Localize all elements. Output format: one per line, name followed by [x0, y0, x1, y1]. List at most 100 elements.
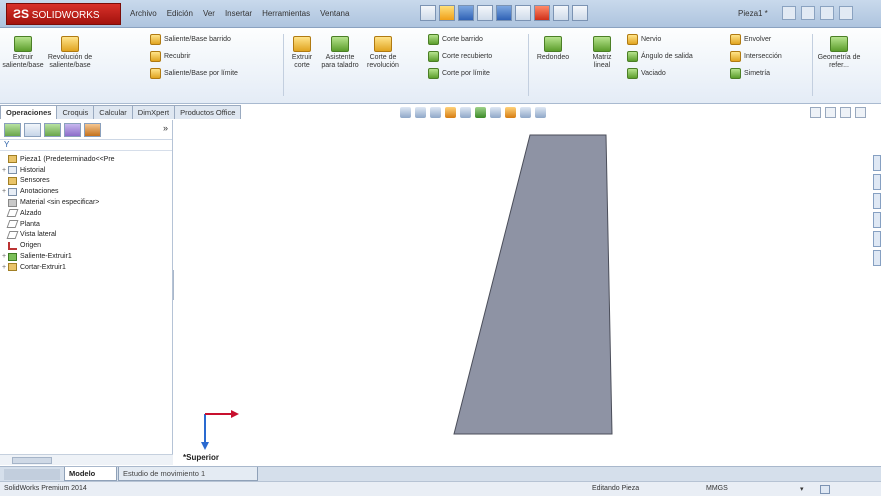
tree-item-annotations[interactable]: + Anotaciones: [0, 186, 172, 197]
draft-button[interactable]: Ángulo de salida: [627, 51, 693, 62]
print-icon[interactable]: [477, 5, 493, 21]
tree-item-origin[interactable]: Origen: [0, 240, 172, 251]
tree-item-history[interactable]: + Historial: [0, 165, 172, 176]
expand-icon[interactable]: +: [0, 167, 8, 174]
quick-access-toolbar: [420, 5, 588, 21]
tab-motion-study[interactable]: Estudio de movimiento 1: [118, 467, 258, 481]
boundary-cut-button[interactable]: Corte por límite: [428, 68, 490, 79]
tree-item-boss-extrude[interactable]: + Saliente-Extruir1: [0, 251, 172, 262]
options-icon[interactable]: [572, 5, 588, 21]
status-help-icon[interactable]: [820, 485, 830, 494]
section-view-icon[interactable]: [445, 107, 456, 118]
part-model[interactable]: [174, 120, 873, 465]
file-explorer-icon[interactable]: [873, 193, 881, 209]
tree-part-root[interactable]: Pieza1 (Predeterminado<<Pre: [0, 154, 172, 165]
property-manager-tab-icon[interactable]: [24, 123, 41, 137]
tree-item-sensors[interactable]: Sensores: [0, 176, 172, 187]
tab-calcular[interactable]: Calcular: [93, 105, 133, 119]
minimize-doc-icon[interactable]: [840, 107, 851, 118]
intersect-button[interactable]: Intersección: [730, 51, 782, 62]
restore-icon[interactable]: [810, 107, 821, 118]
expand-icon[interactable]: +: [0, 264, 8, 271]
hole-wizard-button[interactable]: Asistente para taladro: [320, 36, 360, 70]
loft-boss-button[interactable]: Recubrir: [150, 51, 190, 62]
reference-geometry-button[interactable]: Geometría de refer...: [815, 36, 863, 70]
solidworks-logo[interactable]: ƧS SOLIDWORKS: [6, 3, 121, 25]
feature-manager-tab-icon[interactable]: [4, 123, 21, 137]
minimize-icon[interactable]: [820, 6, 834, 20]
revolve-cut-button[interactable]: Corte de revolución: [362, 36, 404, 70]
tree-item-cut-extrude[interactable]: + Cortar-Extruir1: [0, 262, 172, 273]
dimxpert-manager-tab-icon[interactable]: [64, 123, 81, 137]
tab-productos-office[interactable]: Productos Office: [174, 105, 242, 119]
select-icon[interactable]: [515, 5, 531, 21]
view-settings-icon[interactable]: [535, 107, 546, 118]
configuration-manager-tab-icon[interactable]: [44, 123, 61, 137]
swept-cut-icon: [428, 34, 439, 45]
fillet-button[interactable]: Redondeo: [531, 36, 575, 62]
zoom-area-icon[interactable]: [415, 107, 426, 118]
help-icon[interactable]: [801, 6, 815, 20]
tab-dimxpert[interactable]: DimXpert: [131, 105, 176, 119]
expand-icon[interactable]: +: [0, 253, 8, 260]
units-dropdown-icon[interactable]: ▾: [800, 485, 804, 493]
tree-item-top-plane[interactable]: Planta: [0, 219, 172, 230]
more-tabs-icon[interactable]: »: [163, 123, 168, 136]
expand-icon[interactable]: +: [0, 188, 8, 195]
resources-icon[interactable]: [873, 155, 881, 171]
rebuild-icon[interactable]: [534, 5, 550, 21]
hide-show-items-icon[interactable]: [490, 107, 501, 118]
shell-button[interactable]: Vaciado: [627, 68, 666, 79]
menu-herramientas[interactable]: Herramientas: [262, 9, 310, 18]
search-icon[interactable]: [782, 6, 796, 20]
tab-model[interactable]: Modelo: [64, 467, 117, 481]
tab-scroll-arrows[interactable]: [4, 469, 60, 480]
zoom-to-fit-icon[interactable]: [400, 107, 411, 118]
menu-ver[interactable]: Ver: [203, 9, 215, 18]
tab-operaciones[interactable]: Operaciones: [0, 105, 58, 119]
extrude-cut-button[interactable]: Extruir corte: [285, 36, 319, 70]
graphics-area[interactable]: *Superior: [174, 120, 873, 465]
edit-appearance-icon[interactable]: [505, 107, 516, 118]
tree-item-front-plane[interactable]: Alzado: [0, 208, 172, 219]
extrude-boss-button[interactable]: Extruir saliente/base: [2, 36, 44, 70]
revolve-boss-button[interactable]: Revolución de saliente/base: [46, 36, 94, 70]
apply-scene-icon[interactable]: [520, 107, 531, 118]
tree-item-right-plane[interactable]: Vista lateral: [0, 230, 172, 241]
linear-pattern-button[interactable]: Matriz lineal: [589, 36, 615, 70]
display-style-icon[interactable]: [475, 107, 486, 118]
swept-boss-button[interactable]: Saliente/Base barrido: [150, 34, 231, 45]
undo-icon[interactable]: [496, 5, 512, 21]
linear-pattern-icon: [593, 36, 611, 52]
file-properties-icon[interactable]: [553, 5, 569, 21]
menu-insertar[interactable]: Insertar: [225, 9, 252, 18]
wrap-button[interactable]: Envolver: [730, 34, 771, 45]
menu-ventana[interactable]: Ventana: [320, 9, 349, 18]
lofted-cut-button[interactable]: Corte recubierto: [428, 51, 492, 62]
custom-properties-icon[interactable]: [873, 250, 881, 266]
design-library-icon[interactable]: [873, 174, 881, 190]
display-manager-tab-icon[interactable]: [84, 123, 101, 137]
tree-item-material[interactable]: Material <sin especificar>: [0, 197, 172, 208]
open-folder-icon[interactable]: [439, 5, 455, 21]
close-icon[interactable]: [839, 6, 853, 20]
tab-croquis[interactable]: Croquis: [56, 105, 95, 119]
appearances-icon[interactable]: [873, 231, 881, 247]
tile-icon[interactable]: [825, 107, 836, 118]
view-orientation-icon[interactable]: [460, 107, 471, 118]
menu-archivo[interactable]: Archivo: [130, 9, 157, 18]
menu-edicion[interactable]: Edición: [167, 9, 193, 18]
status-units[interactable]: MMGS: [706, 485, 728, 492]
panel-horizontal-scrollbar[interactable]: [0, 454, 173, 465]
boundary-boss-button[interactable]: Saliente/Base por límite: [150, 68, 238, 79]
view-palette-icon[interactable]: [873, 212, 881, 228]
swept-cut-button[interactable]: Corte barrido: [428, 34, 483, 45]
close-doc-icon[interactable]: [855, 107, 866, 118]
previous-view-icon[interactable]: [430, 107, 441, 118]
new-document-icon[interactable]: [420, 5, 436, 21]
filter-icon[interactable]: Y: [0, 140, 172, 151]
rib-button[interactable]: Nervio: [627, 34, 661, 45]
scrollbar-thumb[interactable]: [12, 457, 52, 464]
mirror-button[interactable]: Simetría: [730, 68, 770, 79]
save-icon[interactable]: [458, 5, 474, 21]
